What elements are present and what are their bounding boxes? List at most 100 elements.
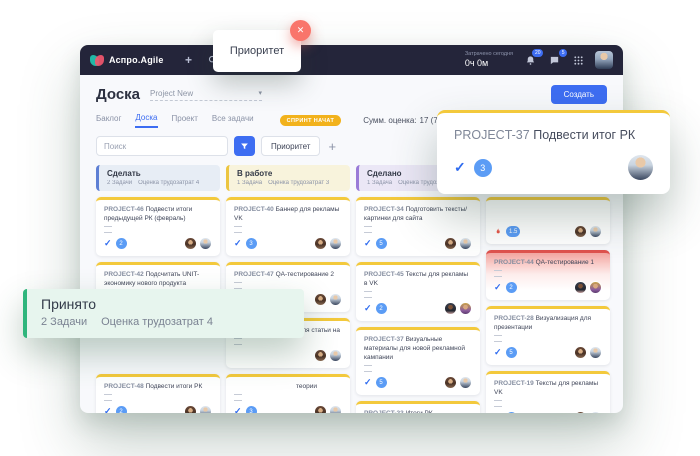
task-card[interactable]: PROJECT-48 Подвести итоги РК 2 <box>96 374 220 413</box>
time-spent-value: 0ч 0м <box>465 58 513 69</box>
board-tab[interactable]: Все задачи <box>212 114 254 127</box>
check-icon <box>234 238 242 249</box>
highlighted-task-text: Подвести итог РК <box>533 128 635 142</box>
project-selector[interactable]: Project New <box>150 89 262 101</box>
task-footer: 2 <box>494 281 602 294</box>
assignee-avatar <box>574 225 587 238</box>
task-footer: 1.5 <box>494 225 602 238</box>
column-estimate: Оценка трудозатрат 4 <box>138 180 199 186</box>
priority-filter-button[interactable]: Приоритет <box>261 136 320 156</box>
task-card[interactable]: 1.5 <box>486 197 610 244</box>
task-card[interactable]: PROJECT-45 Тексты для рекламы в VK2 <box>356 262 480 321</box>
board-tab[interactable]: Баклог <box>96 114 121 127</box>
task-card[interactable]: PROJECT-28 Визуализация для презентации 5 <box>486 306 610 365</box>
task-card[interactable]: PROJECT-34 Подготовить тексты/картинки д… <box>356 197 480 256</box>
assignee-avatar <box>589 281 602 294</box>
column-header: В работе1 ЗадачаОценка трудозатрат 3 <box>226 165 350 191</box>
add-icon[interactable]: + <box>182 53 196 67</box>
score-badge: 2 <box>116 406 127 413</box>
task-footer: 2 <box>364 302 472 315</box>
task-title: PROJECT-47 QA-тестирование 2 <box>234 270 342 279</box>
check-icon <box>364 377 372 388</box>
funnel-icon <box>240 139 249 154</box>
task-code: PROJECT-47 <box>234 271 274 278</box>
board-tab[interactable]: Проект <box>172 114 198 127</box>
task-code: PROJECT-40 <box>234 206 274 213</box>
score-badge: 5 <box>506 412 517 413</box>
assignee-avatar <box>329 293 342 306</box>
task-card[interactable]: теории3 <box>226 374 350 413</box>
close-icon[interactable]: ✕ <box>290 20 311 41</box>
assignees <box>184 237 212 250</box>
add-filter-button[interactable]: + <box>326 140 338 153</box>
board-tab[interactable]: Доска <box>135 113 157 128</box>
score-badge: 2 <box>116 238 127 249</box>
task-code: PROJECT-48 <box>104 383 144 390</box>
assignees <box>574 346 602 359</box>
assignees <box>184 405 212 413</box>
assignee-avatar <box>444 376 457 389</box>
task-footer: 5 <box>364 237 472 250</box>
task-card[interactable]: PROJECT-40 Баннер для рекламы VK 3 <box>226 197 350 256</box>
column-meta: 2 ЗадачиОценка трудозатрат 4 <box>107 180 212 186</box>
task-title: PROJECT-48 Подвести итоги РК <box>104 382 212 391</box>
task-card[interactable]: PROJECT-37 Визуальные материалы для ново… <box>356 327 480 395</box>
assignee-avatar <box>314 349 327 362</box>
filter-button[interactable] <box>234 136 255 156</box>
column-task-count: 1 Задача <box>237 180 262 186</box>
search-input[interactable] <box>96 136 228 156</box>
hidden-title-spacer <box>494 205 602 221</box>
task-card[interactable]: PROJECT-44 QA-тестирование 12 <box>486 250 610 300</box>
description-icon <box>234 282 242 289</box>
assignees <box>314 293 342 306</box>
task-title: теории <box>234 382 342 391</box>
task-code: PROJECT-28 <box>494 315 534 322</box>
score-badge: 2 <box>376 303 387 314</box>
description-icon <box>234 226 242 233</box>
accepted-task-count: 2 Задачи <box>41 316 87 328</box>
summary-label: Сумм. оценка: <box>363 116 416 125</box>
check-icon <box>104 238 112 249</box>
task-footer: 3 <box>234 237 342 250</box>
task-footer: 5 <box>494 411 602 413</box>
logo-icon <box>90 54 104 67</box>
create-button[interactable]: Создать <box>551 85 607 104</box>
notifications-bell-icon[interactable]: 20 <box>523 53 537 67</box>
assignees <box>444 237 472 250</box>
assignees <box>444 302 472 315</box>
messages-badge: 5 <box>559 49 567 57</box>
column-header: Сделать2 ЗадачиОценка трудозатрат 4 <box>96 165 220 191</box>
description-icon <box>104 226 112 233</box>
task-card[interactable]: PROJECT-46 Подвести итоги предыдущей РК … <box>96 197 220 256</box>
description-icon <box>494 400 502 407</box>
description-icon <box>104 394 112 401</box>
assignee-avatar <box>199 405 212 413</box>
task-title: PROJECT-28 Визуализация для презентации <box>494 314 602 332</box>
description-icon <box>364 226 372 233</box>
task-title: PROJECT-40 Баннер для рекламы VK <box>234 205 342 223</box>
check-icon <box>454 159 466 176</box>
check-icon <box>364 238 372 249</box>
apps-grid-icon[interactable] <box>571 53 585 67</box>
assignee-avatar <box>329 237 342 250</box>
app-window: Аспро.Agile + Спринт Затрачено сегодня 0… <box>80 45 623 413</box>
assignee-avatar <box>574 346 587 359</box>
description-icon <box>494 335 502 342</box>
assignee-avatar <box>314 405 327 413</box>
assignee-avatar <box>184 405 197 413</box>
board-column: Принято2 ЗадачиОценка трудозатрат 41.5PR… <box>486 165 610 413</box>
description-icon <box>364 365 372 372</box>
board-header: Доска Project New Создать <box>80 75 623 104</box>
task-card[interactable]: PROJECT-19 Тексты для рекламы VK5 <box>486 371 610 413</box>
user-avatar[interactable] <box>595 51 613 69</box>
score-badge: 5 <box>506 347 517 358</box>
messages-icon[interactable]: 5 <box>547 53 561 67</box>
description-icon <box>364 291 372 298</box>
assignee-avatar <box>574 281 587 294</box>
app-logo: Аспро.Agile <box>90 54 164 67</box>
task-card[interactable]: PROJECT-23 Итоги РК5 <box>356 401 480 413</box>
accepted-column-callout: Принято 2 Задачи Оценка трудозатрат 4 <box>23 289 304 338</box>
priority-tooltip: Приоритет ✕ <box>213 30 301 72</box>
task-code: PROJECT-42 <box>104 271 144 278</box>
task-footer: 5 <box>364 376 472 389</box>
